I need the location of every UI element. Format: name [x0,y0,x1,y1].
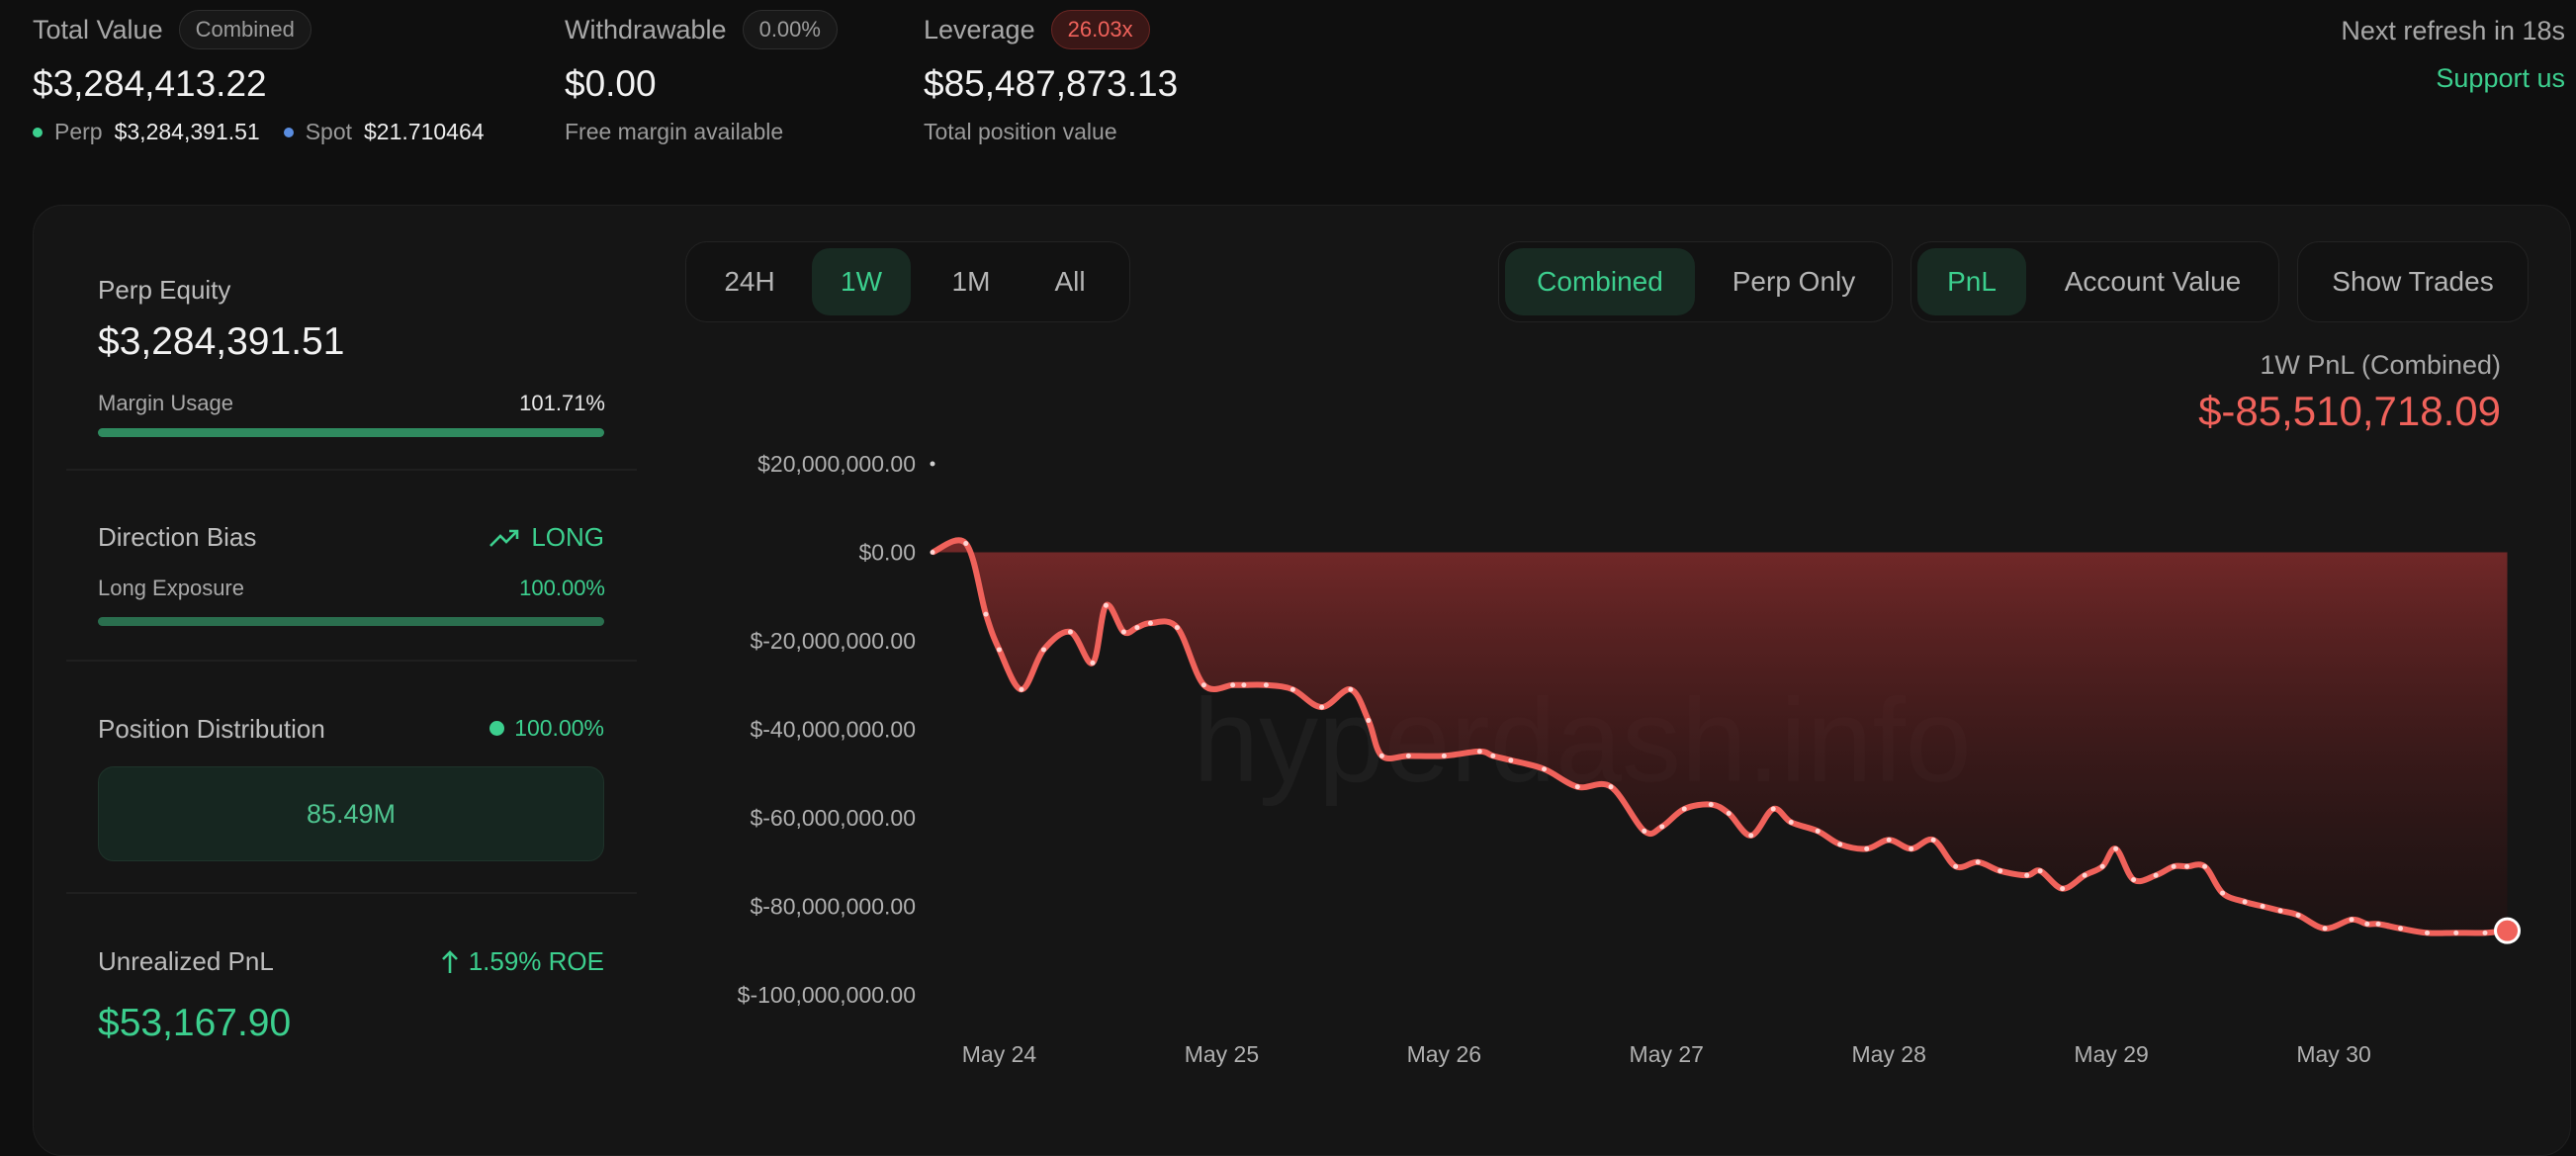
pnl-data-point[interactable] [2131,877,2137,883]
pnl-data-point[interactable] [1788,819,1794,825]
pnl-data-point[interactable] [2349,917,2354,923]
x-tick-label: May 25 [1185,1041,1259,1067]
x-tick-label: May 24 [962,1041,1037,1067]
pnl-data-point[interactable] [2322,926,2328,932]
y-tick-label: $-60,000,000.00 [750,805,916,831]
pnl-data-point[interactable] [1659,824,1665,830]
pnl-data-point[interactable] [1040,647,1046,653]
pnl-data-point[interactable] [1886,837,1892,843]
pnl-data-point[interactable] [1770,806,1776,812]
pnl-data-point[interactable] [2295,912,2301,918]
pnl-data-point[interactable] [1815,828,1821,834]
pnl-data-point[interactable] [1542,766,1548,772]
pnl-data-point[interactable] [2099,863,2105,869]
pnl-data-point[interactable] [2260,904,2265,909]
pnl-data-point[interactable] [1476,749,1482,755]
x-tick-label: May 29 [2074,1041,2148,1067]
pnl-data-point[interactable] [2220,890,2226,896]
pnl-data-point[interactable] [2398,926,2404,932]
x-tick-label: May 30 [2296,1041,2370,1067]
pnl-data-point[interactable] [1490,753,1496,758]
pnl-data-point[interactable] [1953,863,1959,869]
pnl-data-point[interactable] [2375,921,2381,927]
pnl-data-point[interactable] [2037,868,2043,874]
pnl-data-point[interactable] [1067,629,1073,635]
pnl-data-point[interactable] [2024,872,2030,878]
pnl-data-point[interactable] [1230,682,1236,688]
pnl-data-point[interactable] [2277,908,2283,914]
pnl-data-point[interactable] [1708,802,1714,808]
pnl-data-point[interactable] [2113,845,2119,851]
pnl-data-point[interactable] [1681,806,1687,812]
pnl-data-point[interactable] [2082,872,2087,878]
pnl-chart[interactable]: hyperdash.info $20,000,000.00$0.00$-20,0… [0,0,2576,1130]
pnl-data-point[interactable] [963,541,969,547]
pnl-data-point[interactable] [1837,842,1843,847]
pnl-data-point[interactable] [2364,921,2370,927]
pnl-data-point[interactable] [1608,784,1614,790]
pnl-data-point[interactable] [1090,660,1096,666]
y-tick-label: $-80,000,000.00 [750,894,916,920]
pnl-data-point[interactable] [2153,872,2159,878]
pnl-data-point[interactable] [1378,753,1384,758]
pnl-data-point[interactable] [2184,863,2190,869]
pnl-data-point[interactable] [1348,686,1354,692]
pnl-data-point[interactable] [1975,859,1981,865]
y-tick-label: $-20,000,000.00 [750,628,916,654]
pnl-area [933,540,2508,934]
pnl-data-point[interactable] [1909,845,1914,851]
pnl-data-point[interactable] [1508,757,1514,763]
pnl-data-point[interactable] [2060,886,2066,892]
pnl-data-point[interactable] [1174,625,1180,631]
y-tick-label: $20,000,000.00 [757,451,916,477]
pnl-data-point[interactable] [1241,682,1247,688]
pnl-data-point[interactable] [2171,863,2176,869]
pnl-data-point[interactable] [2202,863,2208,869]
pnl-data-point[interactable] [983,611,989,617]
pnl-data-point[interactable] [1864,845,1870,851]
pnl-data-point[interactable] [1726,811,1732,817]
pnl-data-point[interactable] [1134,625,1140,631]
y-tick-label: $-40,000,000.00 [750,717,916,743]
pnl-data-point[interactable] [1120,629,1126,635]
pnl-data-point[interactable] [2425,930,2431,935]
pnl-data-point[interactable] [2482,930,2488,935]
pnl-data-point[interactable] [1319,704,1325,710]
pnl-data-point[interactable] [1405,753,1411,758]
x-tick-label: May 26 [1407,1041,1481,1067]
y-tick-label: $-100,000,000.00 [738,982,916,1008]
pnl-data-point[interactable] [1366,718,1372,724]
pnl-data-point[interactable] [1263,682,1269,688]
pnl-data-point[interactable] [1289,686,1295,692]
pnl-data-point[interactable] [996,647,1002,653]
pnl-data-point[interactable] [2242,899,2248,905]
x-tick-label: May 27 [1630,1041,1704,1067]
pnl-data-point[interactable] [1147,620,1153,626]
pnl-data-point[interactable] [1103,602,1109,608]
pnl-data-point[interactable] [1574,784,1580,790]
x-tick-label: May 28 [1851,1041,1925,1067]
pnl-data-point[interactable] [1441,753,1447,758]
pnl-data-point[interactable] [1642,828,1647,834]
pnl-data-point[interactable] [1200,682,1206,688]
pnl-data-point[interactable] [930,550,935,555]
pnl-data-point[interactable] [2453,930,2459,935]
pnl-data-point[interactable] [1748,833,1754,839]
pnl-endpoint-marker[interactable] [2494,917,2522,944]
y-tick-label: $0.00 [858,540,916,566]
pnl-data-point[interactable] [1930,837,1936,843]
axis-origin-dot [930,461,935,467]
pnl-data-point[interactable] [1998,868,2003,874]
pnl-data-point[interactable] [1019,686,1024,692]
